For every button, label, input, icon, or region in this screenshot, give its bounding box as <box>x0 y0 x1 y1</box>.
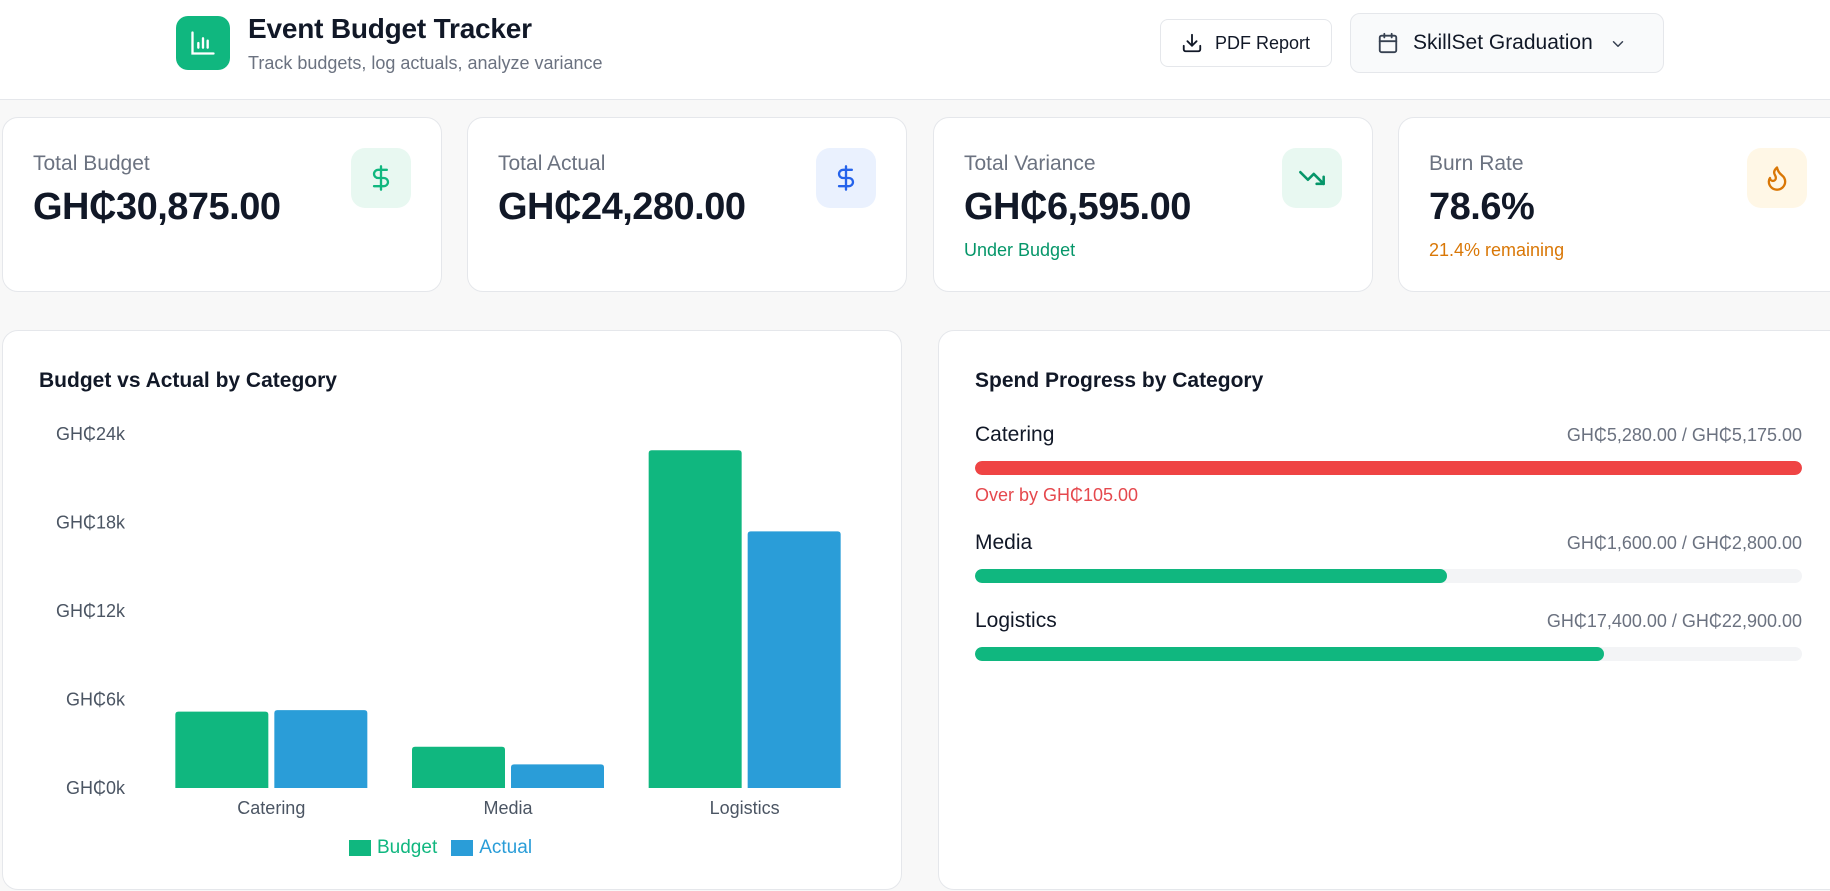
x-tick-label: Catering <box>237 798 305 818</box>
legend-label: Budget <box>377 837 438 858</box>
stat-card-total-actual: Total Actual GH₵24,280.00 <box>467 117 907 292</box>
progress-category: Logistics <box>975 609 1057 632</box>
stat-label: Total Actual <box>498 152 606 175</box>
chart-legend: Budget Actual <box>349 837 532 859</box>
bar-budget-logistics <box>648 450 742 788</box>
stat-value: GH₵6,595.00 <box>964 186 1191 228</box>
remaining-status: 21.4% remaining <box>1429 240 1565 260</box>
bar-chart-logo-icon <box>176 16 230 70</box>
bar-chart: GH₵0k GH₵6k GH₵12k GH₵18k GH₵24k Catering Medi… <box>56 424 841 818</box>
stat-label: Burn Rate <box>1429 152 1524 175</box>
progress-amount: GH₵17,400.00 / GH₵22,900.00 <box>1546 611 1802 631</box>
progress-fill <box>975 569 1448 583</box>
calendar-icon <box>1378 32 1398 54</box>
progress-amount: GH₵1,600.00 / GH₵2,800.00 <box>1566 533 1802 553</box>
pdf-report-label: PDF Report <box>1215 32 1311 53</box>
flame-icon <box>1747 148 1807 208</box>
y-tick-label: GH₵18k <box>56 513 126 533</box>
progress-fill <box>975 461 1802 475</box>
stat-label: Total Variance <box>964 152 1096 175</box>
app-subtitle: Track budgets, log actuals, analyze vari… <box>248 53 603 73</box>
over-budget-note: Over by GH₵105.00 <box>975 485 1139 505</box>
progress-category: Catering <box>975 423 1055 446</box>
y-tick-label: GH₵24k <box>56 424 126 444</box>
legend-item-budget[interactable]: Budget <box>349 837 437 859</box>
stat-value: GH₵24,280.00 <box>498 186 746 228</box>
y-tick-label: GH₵6k <box>66 690 126 710</box>
stat-value: 78.6% <box>1429 186 1535 228</box>
stat-card-burn-rate: Burn Rate 78.6% 21.4% remaining <box>1398 117 1830 292</box>
app-header: Event Budget Tracker Track budgets, log … <box>0 0 1830 100</box>
event-select-value: SkillSet Graduation <box>1413 31 1593 54</box>
x-tick-label: Media <box>483 798 533 818</box>
legend-label: Actual <box>479 837 533 858</box>
stat-card-total-budget: Total Budget GH₵30,875.00 <box>2 117 442 292</box>
dollar-icon <box>816 148 876 208</box>
stat-value: GH₵30,875.00 <box>33 186 281 228</box>
progress-title: Spend Progress by Category <box>975 369 1264 392</box>
progress-fill <box>975 647 1604 661</box>
legend-item-actual[interactable]: Actual <box>451 837 532 859</box>
y-tick-label: GH₵12k <box>56 601 126 621</box>
event-select[interactable]: SkillSet Graduation <box>1350 13 1664 73</box>
trending-down-icon <box>1282 148 1342 208</box>
bar-actual-logistics <box>747 531 841 788</box>
x-tick-label: Logistics <box>710 798 780 818</box>
progress-track <box>975 569 1802 583</box>
bar-budget-catering <box>175 711 269 788</box>
download-icon <box>1182 33 1202 53</box>
legend-swatch <box>451 840 474 856</box>
progress-category: Media <box>975 531 1033 554</box>
stat-label: Total Budget <box>33 152 150 175</box>
bar-budget-media <box>412 746 505 788</box>
progress-track <box>975 647 1802 661</box>
bar-actual-media <box>511 764 604 788</box>
progress-track <box>975 461 1802 475</box>
stat-card-total-variance: Total Variance GH₵6,595.00 Under Budget <box>933 117 1373 292</box>
spend-progress-panel: Spend Progress by Category Catering GH₵5… <box>938 330 1830 890</box>
dollar-icon <box>351 148 411 208</box>
legend-swatch <box>349 840 371 856</box>
chevron-down-icon <box>1612 41 1624 47</box>
progress-amount: GH₵5,280.00 / GH₵5,175.00 <box>1566 425 1802 445</box>
app-title: Event Budget Tracker <box>248 13 532 44</box>
pdf-report-button[interactable]: PDF Report <box>1160 19 1332 67</box>
bar-actual-catering <box>274 710 368 788</box>
variance-status: Under Budget <box>964 240 1076 260</box>
budget-vs-actual-panel: Budget vs Actual by Category GH₵0k GH₵6k G… <box>2 330 902 890</box>
y-tick-label: GH₵0k <box>66 778 126 798</box>
